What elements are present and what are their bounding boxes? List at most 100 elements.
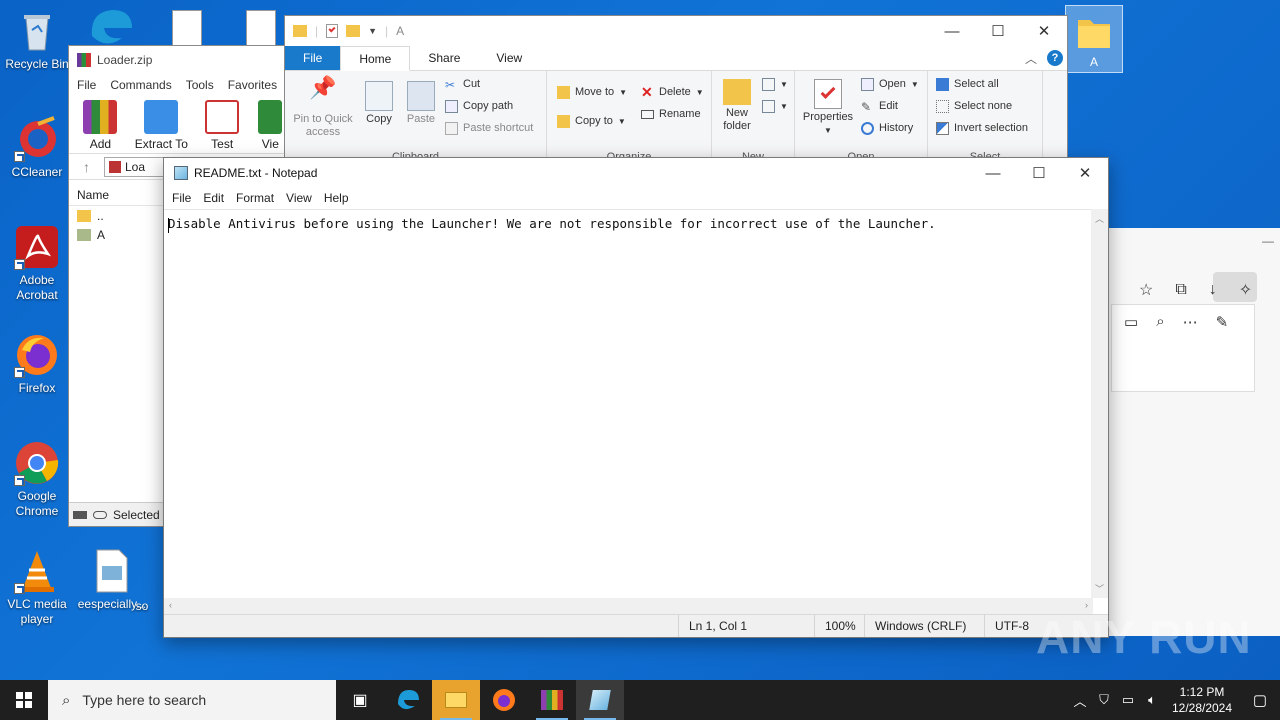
text-editor[interactable]: Disable Antivirus before using the Launc… — [164, 209, 1093, 598]
tab-share[interactable]: Share — [410, 46, 478, 70]
maximize-button[interactable]: ☐ — [975, 16, 1021, 46]
ribbon-collapse-icon[interactable]: ︿ — [1025, 50, 1037, 67]
easy-access-button[interactable]: ▼ — [762, 97, 788, 115]
network-icon[interactable]: ▭ — [1116, 692, 1140, 708]
downloads-icon[interactable]: ↓ — [1209, 281, 1217, 299]
new-folder-button[interactable]: New folder — [714, 79, 760, 133]
security-icon[interactable]: ⛉ — [1092, 692, 1116, 708]
search-icon[interactable]: ⌕ — [1156, 313, 1164, 331]
desktop-icon-recycle-bin[interactable]: Recycle Bin — [1, 8, 73, 72]
notifications-icon[interactable]: ▢ — [1240, 691, 1280, 709]
scroll-right-icon[interactable]: › — [1085, 600, 1088, 610]
select-none-button[interactable]: Select none — [936, 97, 1012, 115]
close-button[interactable]: ✕ — [1062, 158, 1108, 188]
delete-button[interactable]: ✕ Delete ▼ — [641, 83, 704, 101]
scroll-left-icon[interactable]: ‹ — [169, 600, 172, 610]
taskbar-edge[interactable] — [384, 680, 432, 720]
task-view-button[interactable]: ▣ — [336, 680, 384, 720]
volume-icon[interactable]: 🔈︎ — [1140, 692, 1164, 708]
scroll-down-icon[interactable]: ﹀ — [1095, 582, 1104, 595]
image-file-icon[interactable] — [246, 10, 276, 46]
horizontal-scrollbar[interactable]: ‹ › — [164, 598, 1093, 615]
up-arrow-icon[interactable]: ↑ — [83, 159, 90, 175]
history-button[interactable]: History — [861, 119, 913, 137]
scroll-up-icon[interactable]: ︿ — [1095, 212, 1104, 225]
start-button[interactable] — [0, 680, 48, 720]
favorites-star-icon[interactable]: ☆ — [1139, 280, 1153, 300]
pin-to-quick-access-button[interactable]: 📌 Pin to Quick access — [289, 77, 357, 139]
taskbar-notepad[interactable] — [576, 680, 624, 720]
desktop-icon-firefox[interactable]: Firefox — [1, 332, 73, 396]
cut-button[interactable]: ✂ Cut — [445, 75, 480, 93]
winrar-menu-tools[interactable]: Tools — [186, 78, 214, 92]
desktop-icon-partial[interactable]: so — [122, 599, 162, 614]
address-field[interactable]: Loa — [104, 156, 164, 177]
desktop-icon-vlc[interactable]: VLC media player — [1, 548, 73, 627]
menu-format[interactable]: Format — [230, 191, 280, 205]
taskbar-firefox[interactable] — [480, 680, 528, 720]
paste-button[interactable]: Paste — [401, 81, 441, 126]
invert-selection-button[interactable]: Invert selection — [936, 119, 1028, 137]
menu-file[interactable]: File — [166, 191, 197, 205]
more-options-icon[interactable]: ⋯ — [1183, 313, 1198, 331]
winrar-icon — [541, 690, 563, 710]
delete-x-icon: ✕ — [641, 83, 653, 100]
image-file-icon[interactable] — [172, 10, 202, 46]
open-folder-icon[interactable]: ▭ — [1124, 313, 1138, 331]
properties-button[interactable]: Properties ▼ — [799, 79, 857, 137]
copy-button[interactable]: Copy — [359, 81, 399, 126]
minimize-button[interactable]: — — [970, 158, 1016, 188]
desktop-icon-folder-a[interactable]: A — [1065, 5, 1123, 73]
view-button[interactable]: Vie — [256, 96, 285, 153]
taskbar-search[interactable]: ⌕ Type here to search — [48, 680, 336, 720]
menu-edit[interactable]: Edit — [197, 191, 230, 205]
clock-time: 1:12 PM — [1179, 685, 1225, 699]
extract-to-button[interactable]: Extract To — [134, 96, 189, 153]
winrar-menu-file[interactable]: File — [77, 78, 96, 92]
open-button[interactable]: Open ▼ — [861, 75, 919, 93]
select-all-button[interactable]: Select all — [936, 75, 999, 93]
taskbar-file-explorer[interactable] — [432, 680, 480, 720]
menu-view[interactable]: View — [280, 191, 318, 205]
desktop-icon-adobe-acrobat[interactable]: Adobe Acrobat — [1, 224, 73, 303]
test-button[interactable]: Test — [195, 96, 250, 153]
add-button[interactable]: Add — [73, 96, 128, 153]
clock[interactable]: 1:12 PM 12/28/2024 — [1164, 684, 1240, 716]
explorer-window: | ▼ | A — ☐ ✕ File Home Share View ︿ ? 📌… — [284, 15, 1068, 165]
move-to-button[interactable]: Move to ▼ — [557, 83, 627, 101]
rename-button[interactable]: Rename — [641, 105, 701, 123]
windows-logo-icon — [16, 692, 32, 708]
paste-shortcut-button[interactable]: Paste shortcut — [445, 119, 533, 137]
winrar-menu-commands[interactable]: Commands — [110, 78, 171, 92]
edge-desktop-icon[interactable] — [86, 6, 134, 46]
desktop-icon-ccleaner[interactable]: CCleaner — [1, 116, 73, 180]
tab-file[interactable]: File — [285, 46, 341, 70]
address-text: Loa — [125, 159, 146, 174]
copy-path-button[interactable]: Copy path — [445, 97, 513, 115]
tab-home[interactable]: Home — [340, 46, 411, 71]
tab-view[interactable]: View — [478, 46, 540, 70]
help-icon[interactable]: ? — [1047, 50, 1063, 66]
edge-minimize-icon[interactable]: — — [1262, 234, 1274, 248]
properties-quick-icon[interactable] — [326, 24, 339, 38]
copy-folder-icon — [557, 114, 570, 128]
minimize-button[interactable]: — — [929, 16, 975, 46]
vertical-scrollbar[interactable]: ︿ ﹀ — [1091, 209, 1108, 598]
quick-access-dropdown-icon[interactable]: ▼ — [368, 26, 377, 36]
collections-icon[interactable]: ⧉ — [1175, 281, 1186, 299]
desktop-icon-google-chrome[interactable]: Google Chrome — [1, 440, 73, 519]
taskbar-winrar[interactable] — [528, 680, 576, 720]
new-folder-quick-icon[interactable] — [346, 25, 361, 37]
menu-help[interactable]: Help — [318, 191, 355, 205]
winrar-menu-favorites[interactable]: Favorites — [228, 78, 277, 92]
extensions-icon[interactable]: ✧ — [1239, 280, 1252, 300]
show-hidden-icons-icon[interactable]: ︿ — [1068, 691, 1092, 710]
pin-icon[interactable]: ✎ — [1216, 313, 1229, 331]
maximize-button[interactable]: ☐ — [1016, 158, 1062, 188]
edit-button[interactable]: ✎ Edit — [861, 97, 898, 115]
new-item-button[interactable]: ▼ — [762, 75, 788, 93]
paste-shortcut-icon — [445, 121, 458, 135]
copy-to-button[interactable]: Copy to ▼ — [557, 112, 626, 130]
copy-to-label: Copy to — [575, 115, 613, 127]
close-button[interactable]: ✕ — [1021, 16, 1067, 46]
